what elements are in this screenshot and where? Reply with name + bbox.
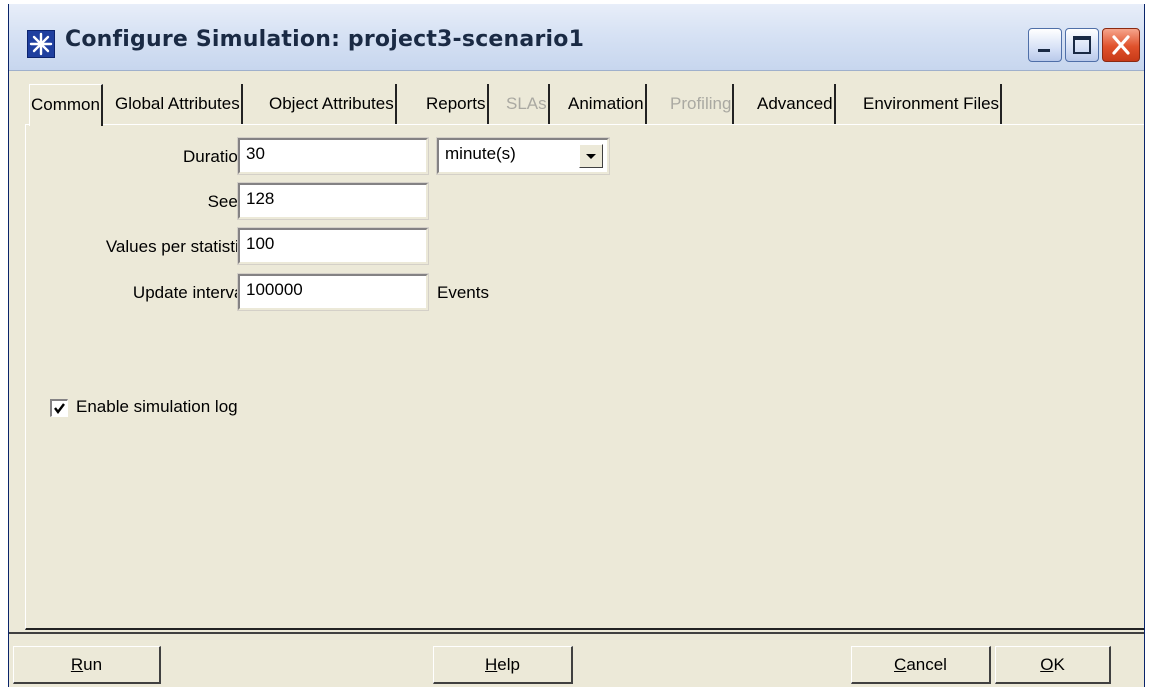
configure-simulation-dialog: Configure Simulation: project3-scenario1… — [8, 4, 1145, 687]
maximize-icon — [1073, 36, 1091, 54]
cancel-button[interactable]: Cancel — [851, 646, 991, 684]
run-mnemonic: R — [70, 655, 84, 674]
tab-reports[interactable]: Reports — [425, 84, 489, 124]
chevron-down-icon — [586, 154, 596, 159]
app-icon — [27, 30, 55, 58]
enable-simulation-log-checkbox[interactable] — [50, 399, 68, 417]
duration-unit-select[interactable]: minute(s) — [436, 137, 610, 175]
minimize-icon — [1038, 49, 1050, 52]
tab-animation[interactable]: Animation — [567, 84, 647, 124]
common-tab-panel: Duration: 30 minute(s) Seed: 128 Values … — [25, 124, 1144, 630]
checkmark-icon — [54, 403, 65, 414]
minimize-button[interactable] — [1028, 28, 1062, 62]
button-bar: Run Help Cancel OK — [9, 632, 1144, 687]
tab-advanced[interactable]: Advanced — [756, 84, 836, 124]
values-per-statistic-label: Values per statistic: — [105, 237, 252, 256]
tab-global-attributes[interactable]: Global Attributes — [114, 84, 243, 124]
help-label-rest: elp — [497, 655, 520, 674]
title-bar[interactable]: Configure Simulation: project3-scenario1 — [9, 4, 1144, 71]
update-interval-label: Update interval: — [132, 283, 252, 302]
run-button[interactable]: Run — [13, 646, 161, 684]
help-mnemonic: H — [485, 655, 498, 674]
tab-common[interactable]: Common — [29, 84, 103, 126]
tab-object-attributes[interactable]: Object Attributes — [268, 84, 397, 124]
cancel-label-rest: ancel — [906, 655, 947, 674]
run-label-rest: un — [83, 655, 103, 674]
seed-input[interactable]: 128 — [237, 182, 429, 220]
tab-strip: Common Global Attributes Object Attribut… — [29, 84, 1129, 126]
dropdown-arrow-button[interactable] — [579, 144, 603, 168]
tab-slas: SLAs — [505, 84, 550, 124]
ok-button[interactable]: OK — [995, 646, 1111, 684]
cancel-mnemonic: C — [894, 655, 907, 674]
duration-unit-value: minute(s) — [445, 144, 516, 163]
values-per-statistic-input[interactable]: 100 — [237, 227, 429, 265]
enable-simulation-log-label[interactable]: Enable simulation log — [76, 397, 238, 417]
ok-label-rest: K — [1053, 655, 1065, 674]
help-button[interactable]: Help — [433, 646, 573, 684]
close-icon — [1112, 35, 1130, 55]
window-title: Configure Simulation: project3-scenario1 — [65, 27, 585, 52]
update-interval-unit: Events — [437, 283, 489, 302]
maximize-button[interactable] — [1065, 28, 1099, 62]
ok-mnemonic: O — [1040, 655, 1054, 674]
tab-environment-files[interactable]: Environment Files — [862, 84, 1003, 124]
duration-input[interactable]: 30 — [237, 137, 429, 175]
close-button[interactable] — [1102, 28, 1140, 62]
update-interval-input[interactable]: 100000 — [237, 273, 429, 311]
tab-profiling: Profiling — [669, 84, 735, 124]
